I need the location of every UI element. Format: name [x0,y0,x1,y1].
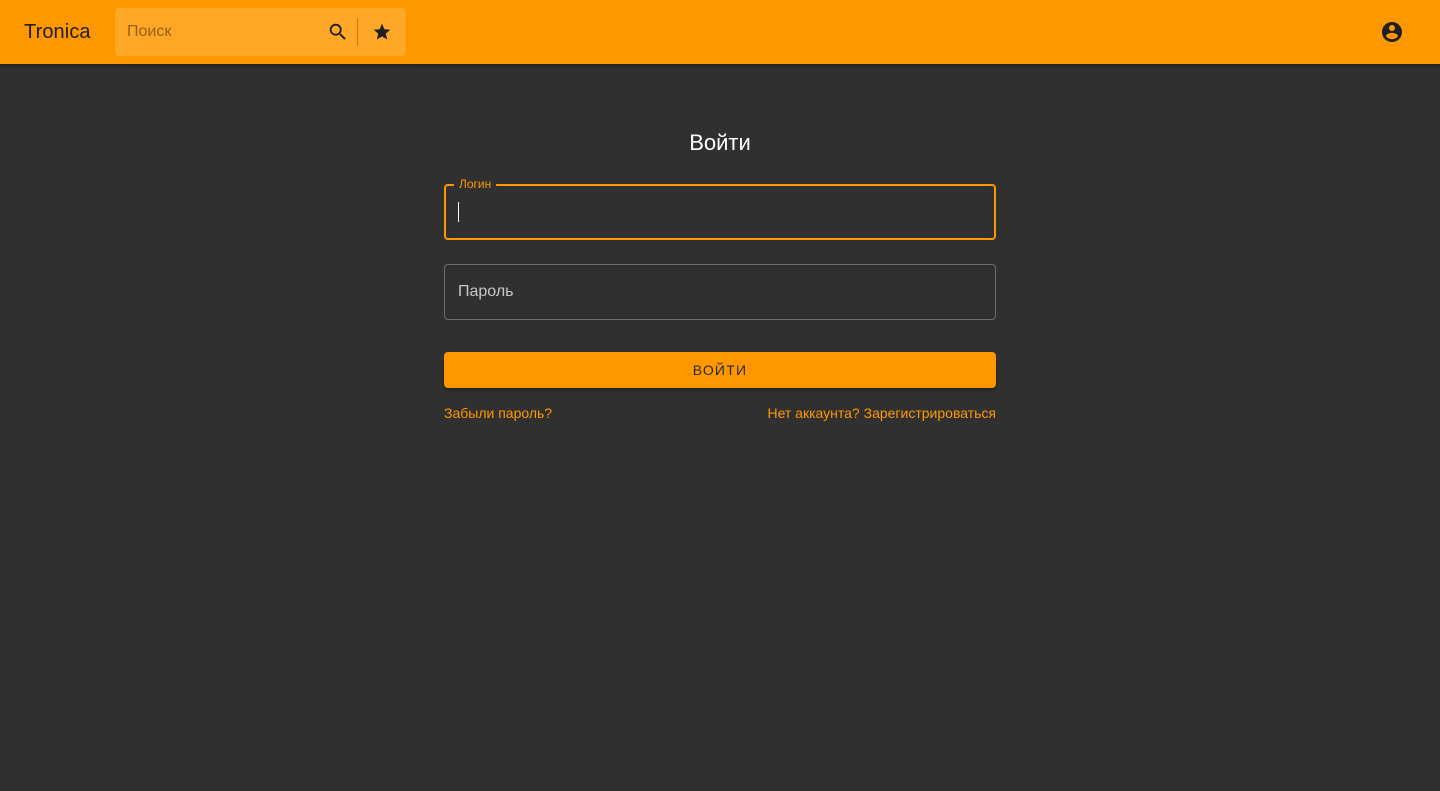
search-button[interactable] [318,12,358,52]
star-icon [373,23,391,40]
app-title[interactable]: Tronica [24,0,91,64]
search-box [115,8,406,56]
account-circle-icon [1382,22,1402,42]
page-title: Войти [689,130,751,155]
forgot-password-link[interactable]: Забыли пароль? [444,405,552,421]
password-placeholder: Пароль [458,283,514,300]
login-input[interactable] [458,186,978,238]
search-icon [329,23,346,40]
favorites-button[interactable] [362,12,402,52]
main-content: Войти Логин Пароль ВОЙТИ Забыли пароль? … [0,64,1440,791]
login-field[interactable]: Логин [444,177,996,240]
password-field[interactable]: Пароль [444,264,996,320]
text-caret [458,202,459,222]
search-divider [357,18,358,46]
login-submit-button[interactable]: ВОЙТИ [444,352,996,388]
register-link[interactable]: Нет аккаунта? Зарегистрироваться [767,405,996,421]
account-button[interactable] [1368,8,1416,56]
app-bar: Tronica [0,0,1440,64]
search-input[interactable] [127,8,317,56]
